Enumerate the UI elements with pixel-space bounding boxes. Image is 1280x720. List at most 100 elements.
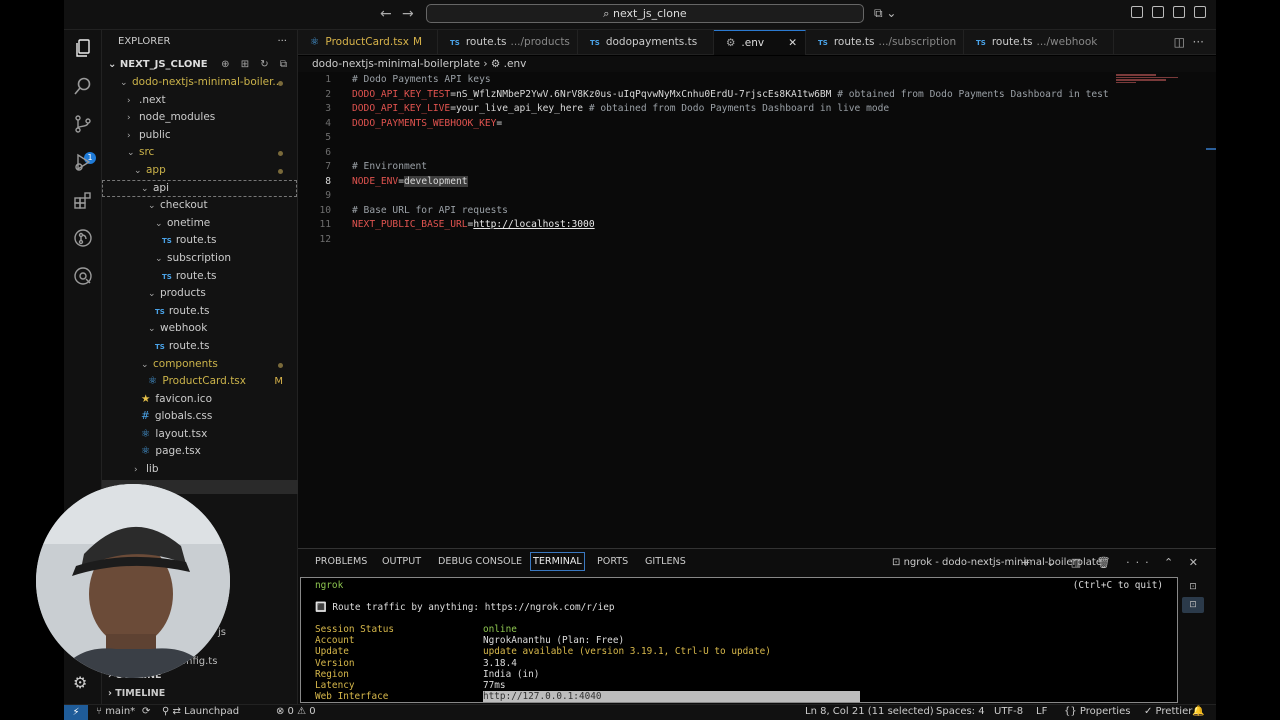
panel-tab[interactable]: PROBLEMS (315, 556, 367, 567)
code-line[interactable]: 11 NEXT_PUBLIC_BASE_URL=http://localhost:… (298, 218, 1216, 233)
editor-tab[interactable]: TS route.ts .../webhook (964, 30, 1114, 55)
toggle-secondary-sidebar-icon[interactable] (1194, 6, 1206, 18)
source-control-icon[interactable] (73, 114, 93, 134)
minimap[interactable] (1116, 74, 1186, 88)
terminal-key: Region (315, 668, 349, 680)
folder-item[interactable]: ⌄ api (102, 179, 297, 198)
folder-item[interactable]: › node_modules (102, 109, 297, 127)
file-name-partial[interactable]: js (218, 627, 226, 638)
editor-tab[interactable]: ⚛ ProductCard.tsx M (298, 30, 438, 55)
timeline-section[interactable]: › TIMELINE (108, 688, 165, 699)
encoding[interactable]: UTF-8 (994, 706, 1023, 717)
panel-tab[interactable]: DEBUG CONSOLE (438, 556, 522, 567)
breadcrumb-folder[interactable]: dodo-nextjs-minimal-boilerplate (312, 58, 480, 70)
file-item[interactable]: ★ favicon.ico (102, 391, 297, 409)
file-item[interactable]: ⚛ ProductCard.tsx M (102, 373, 297, 391)
workspace-root[interactable]: ⌄ NEXT_JS_CLONE ⊕ ⊞ ↻ ⧉ (102, 56, 297, 74)
editor-tab[interactable]: TS dodopayments.ts (578, 30, 714, 55)
panel-tab[interactable]: TERMINAL (530, 552, 585, 571)
extensions-icon[interactable] (73, 190, 93, 210)
code-line[interactable]: 1 # Dodo Payments API keys (298, 73, 1216, 88)
copilot-icon[interactable]: ⧉ ⌄ (874, 6, 896, 21)
code-line[interactable]: 12 (298, 233, 1216, 248)
env-value[interactable]: http://localhost:3000 (473, 219, 594, 230)
folder-item[interactable]: ⌄ components (102, 356, 297, 374)
file-item[interactable]: TS route.ts (102, 232, 297, 250)
breadcrumb-file[interactable]: .env (504, 58, 527, 70)
panel-actions[interactable]: + ⌄ ◫ 🗑 ··· ⌃ ✕ (1021, 556, 1204, 569)
code-line[interactable]: 7 # Environment (298, 160, 1216, 175)
toggle-panel-icon[interactable] (1173, 6, 1185, 18)
panel-tab[interactable]: PORTS (597, 556, 628, 567)
search-icon[interactable] (73, 76, 93, 96)
code-line[interactable]: 8 NODE_ENV=development (298, 175, 1216, 190)
close-icon[interactable]: ✕ (788, 31, 797, 56)
customize-layout-icon[interactable] (1131, 6, 1143, 18)
editor-tab[interactable]: TS route.ts .../subscription (806, 30, 964, 55)
language-label: Properties (1079, 706, 1131, 717)
code-line[interactable]: 9 (298, 189, 1216, 204)
terminal-list: ⊡ ⊡ (1182, 579, 1206, 615)
file-item[interactable]: ⚛ page.tsx (102, 443, 297, 461)
folder-item[interactable]: › public (102, 127, 297, 145)
language-mode[interactable]: {} Properties (1064, 706, 1130, 717)
code-line[interactable]: 10 # Base URL for API requests (298, 204, 1216, 219)
folder-item[interactable]: ⌄ dodo-nextjs-minimal-boiler... (102, 74, 297, 92)
code-line[interactable]: 3 DODO_API_KEY_LIVE=your_live_api_key_her… (298, 102, 1216, 117)
file-item[interactable]: TS route.ts (102, 303, 297, 321)
folder-item[interactable]: › lib (102, 461, 297, 479)
launchpad-button[interactable]: ⚲ ⇄ Launchpad (162, 706, 239, 717)
branch-indicator[interactable]: ⑂ main* (96, 706, 135, 717)
split-editor-icon[interactable]: ◫ ··· (1174, 35, 1204, 49)
remote-explorer-icon[interactable] (73, 266, 93, 286)
explorer-toolbar[interactable]: ⊕ ⊞ ↻ ⧉ (221, 56, 291, 74)
editor-tab[interactable]: TS route.ts .../products (438, 30, 578, 55)
explorer-icon[interactable] (73, 38, 93, 58)
terminal-icon[interactable]: ⊡ (1182, 597, 1204, 613)
folder-item[interactable]: ⌄ onetime (102, 215, 297, 233)
code-line[interactable]: 6 (298, 146, 1216, 161)
line-ending[interactable]: LF (1036, 706, 1047, 717)
code-comment: # Environment (352, 161, 428, 172)
folder-item[interactable]: ⌄ checkout (102, 197, 297, 215)
code-content: # Base URL for API requests (352, 204, 508, 219)
run-debug-icon[interactable] (73, 152, 93, 172)
more-actions-icon[interactable]: ··· (277, 30, 287, 54)
folder-item[interactable]: ⌄ src (102, 144, 297, 162)
sync-icon[interactable]: ⟳ (142, 706, 150, 717)
folder-item[interactable]: ⌄ webhook (102, 320, 297, 338)
folder-item[interactable]: ⌄ subscription (102, 250, 297, 268)
manage-gear-icon[interactable]: ⚙ (73, 673, 87, 692)
panel-tab[interactable]: GITLENS (645, 556, 686, 567)
notifications-icon[interactable]: 🔔 (1192, 706, 1204, 717)
folder-item[interactable]: › .next (102, 92, 297, 110)
terminal-icon[interactable]: ⊡ (1182, 579, 1204, 595)
file-item[interactable]: TS route.ts (102, 338, 297, 356)
toggle-sidebar-icon[interactable] (1152, 6, 1164, 18)
code-line[interactable]: 4 DODO_PAYMENTS_WEBHOOK_KEY= (298, 117, 1216, 132)
terminal-value: India (in) (483, 668, 540, 680)
line-number: 6 (325, 146, 331, 158)
folder-item[interactable]: ⌄ products (102, 285, 297, 303)
terminal-output[interactable]: ngrok (Ctrl+C to quit) 🔳 Route traffic b… (300, 577, 1178, 703)
back-arrow-icon[interactable]: ← (380, 6, 392, 22)
code-line[interactable]: 2 DODO_API_KEY_TEST=nS_WflzNMbeP2YwV.6NrV… (298, 88, 1216, 103)
file-item[interactable]: TS route.ts (102, 268, 297, 286)
editor-tab[interactable]: ⚙ .env ✕ (714, 30, 806, 55)
code-comment: # obtained from Dodo Payments Dashboard … (583, 103, 890, 114)
folder-item[interactable]: ⌄ app (102, 162, 297, 180)
problems-indicator[interactable]: ⊗ 0 ⚠ 0 (276, 706, 316, 717)
file-item[interactable]: # globals.css (102, 408, 297, 426)
code-editor[interactable]: 1 # Dodo Payments API keys 2 DODO_API_KEY_T… (298, 72, 1216, 548)
code-line[interactable]: 5 (298, 131, 1216, 146)
cursor-position[interactable]: Ln 8, Col 21 (11 selected) (805, 706, 934, 717)
remote-indicator-icon[interactable]: ⚡ (64, 705, 88, 720)
prettier-status[interactable]: ✓ Prettier (1144, 706, 1192, 717)
forward-arrow-icon[interactable]: → (402, 6, 414, 22)
explorer-header: EXPLORER ··· (102, 30, 297, 54)
command-center-search[interactable]: ⌕ next_js_clone (426, 4, 864, 23)
file-item[interactable]: ⚛ layout.tsx (102, 426, 297, 444)
indentation[interactable]: Spaces: 4 (936, 706, 985, 717)
gitlens-icon[interactable] (73, 228, 93, 248)
panel-tab[interactable]: OUTPUT (382, 556, 421, 567)
